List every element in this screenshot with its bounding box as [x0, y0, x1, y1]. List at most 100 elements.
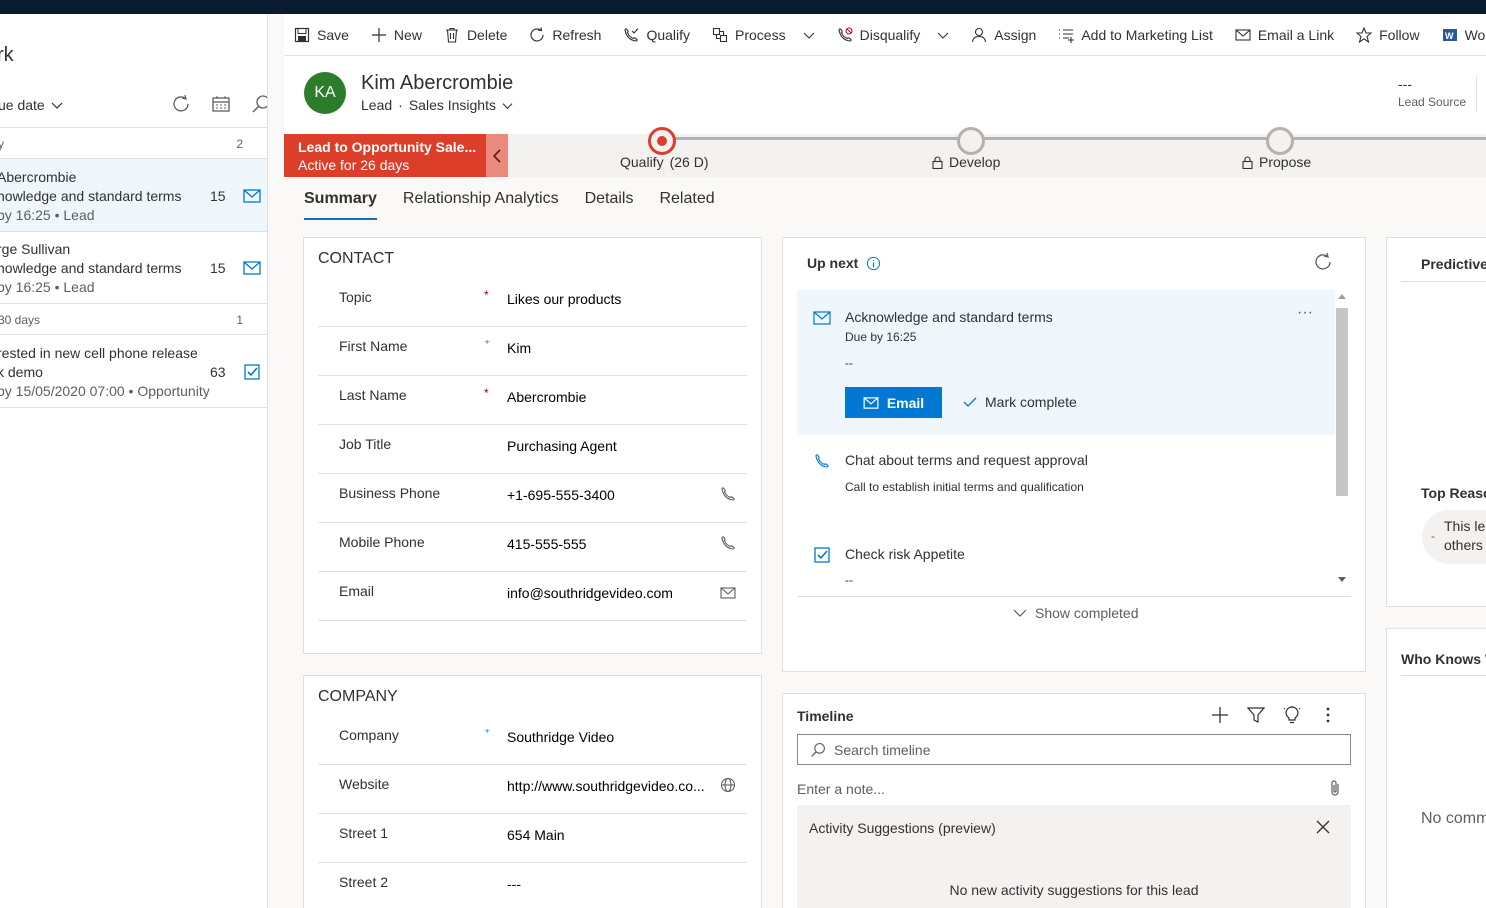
assign-button[interactable]: Assign — [971, 14, 1036, 55]
new-button[interactable]: New — [371, 14, 422, 55]
search-icon[interactable] — [251, 94, 267, 116]
field-value[interactable]: Southridge Video — [507, 729, 614, 745]
field-value[interactable]: Abercrombie — [507, 389, 586, 405]
email-button[interactable]: Email — [845, 387, 942, 418]
list-item[interactable]: rge Sullivan nowledge and standard terms… — [0, 231, 267, 303]
form-selector[interactable]: Sales Insights — [409, 97, 513, 113]
show-completed-button[interactable]: Show completed — [1013, 605, 1139, 621]
up-next-activity-list: Acknowledge and standard terms Due by 16… — [797, 290, 1351, 596]
group-label: y — [0, 137, 4, 151]
info-icon[interactable] — [866, 256, 881, 271]
field-value[interactable]: 654 Main — [507, 827, 565, 843]
list-item[interactable]: Abercrombie nowledge and standard terms … — [0, 159, 267, 231]
activity-card[interactable]: Chat about terms and request approval Ca… — [797, 435, 1335, 529]
refresh-icon[interactable] — [171, 94, 193, 116]
stage-develop[interactable]: Develop — [932, 154, 1000, 170]
group-count: 1 — [236, 313, 243, 327]
form-tabs: Summary Relationship Analytics Details R… — [304, 190, 715, 220]
mail-icon[interactable] — [243, 188, 261, 204]
task-check-icon — [814, 547, 830, 563]
stage-qualify-indicator[interactable] — [648, 127, 676, 155]
tab-related[interactable]: Related — [659, 190, 714, 220]
field-street-1[interactable]: Street 1 654 Main — [318, 814, 747, 863]
activity-suggestions-panel: Activity Suggestions (preview) No new ac… — [797, 805, 1351, 908]
task-check-icon[interactable] — [243, 364, 261, 380]
field-value[interactable]: Likes our products — [507, 291, 621, 307]
process-button[interactable]: Process — [712, 14, 815, 55]
chevron-down-icon — [1013, 609, 1027, 617]
avatar: KA — [304, 72, 346, 114]
refresh-icon[interactable] — [1313, 252, 1333, 272]
field-value[interactable]: http://www.southridgevideo.co... — [507, 778, 705, 794]
field-business-phone[interactable]: Business Phone +1-695-555-3400 — [318, 474, 747, 523]
field-last-name[interactable]: Last Name * Abercrombie — [318, 376, 747, 425]
who-knows-empty-message: No comm — [1421, 810, 1486, 827]
stage-qualify[interactable]: Qualify (26 D) — [620, 154, 708, 170]
mark-complete-button[interactable]: Mark complete — [963, 394, 1077, 410]
field-value[interactable]: 415-555-555 — [507, 536, 586, 552]
field-website[interactable]: Website http://www.southridgevideo.co... — [318, 765, 747, 814]
delete-button[interactable]: Delete — [444, 14, 507, 55]
email-a-link-button[interactable]: Email a Link — [1235, 14, 1334, 55]
chevron-down-icon — [937, 32, 949, 39]
add-to-marketing-list-button[interactable]: Add to Marketing List — [1058, 14, 1213, 55]
lead-source-value: --- — [1398, 76, 1412, 92]
word-templates-button[interactable]: W Wo — [1442, 14, 1485, 55]
tab-details[interactable]: Details — [585, 190, 634, 220]
field-value[interactable]: --- — [507, 876, 521, 892]
timeline-search-input[interactable]: Search timeline — [797, 734, 1351, 765]
more-options-button[interactable]: ··· — [1297, 304, 1313, 322]
activity-card[interactable]: Check risk Appetite -- — [797, 529, 1335, 596]
scroll-down-icon[interactable] — [1338, 577, 1346, 583]
tab-summary[interactable]: Summary — [304, 190, 377, 220]
collapse-process-button[interactable] — [486, 134, 508, 177]
filter-icon[interactable] — [1246, 706, 1266, 724]
note-input[interactable]: Enter a note... — [797, 781, 885, 797]
show-completed-label: Show completed — [1035, 605, 1139, 621]
field-job-title[interactable]: Job Title Purchasing Agent — [318, 425, 747, 474]
stage-develop-indicator[interactable] — [957, 127, 985, 155]
field-first-name[interactable]: First Name ⁺ Kim — [318, 327, 747, 376]
field-street-2[interactable]: Street 2 --- — [318, 863, 747, 908]
field-value[interactable]: Kim — [507, 340, 531, 356]
scroll-up-icon[interactable] — [1338, 293, 1346, 299]
activity-description: -- — [845, 573, 853, 587]
globe-icon[interactable] — [720, 777, 736, 793]
attachment-icon[interactable] — [1327, 779, 1343, 797]
calendar-icon[interactable] — [211, 94, 233, 116]
activity-card[interactable]: Acknowledge and standard terms Due by 16… — [797, 290, 1335, 435]
phone-icon[interactable] — [720, 486, 736, 502]
field-mobile-phone[interactable]: Mobile Phone 415-555-555 — [318, 523, 747, 572]
work-list-title: rk — [0, 44, 14, 66]
activity-title: Check risk Appetite — [845, 546, 965, 562]
follow-button[interactable]: Follow — [1356, 14, 1420, 55]
email-icon[interactable] — [720, 584, 736, 600]
disqualify-button[interactable]: Disqualify — [837, 14, 950, 55]
process-name-flyout[interactable]: Lead to Opportunity Sale... Active for 2… — [284, 134, 486, 177]
close-icon[interactable] — [1315, 819, 1331, 835]
phone-icon[interactable] — [720, 535, 736, 551]
sort-dropdown[interactable]: ue date — [0, 97, 63, 113]
lightbulb-icon[interactable] — [1283, 706, 1301, 724]
more-vertical-icon[interactable] — [1319, 706, 1337, 724]
list-add-icon — [1059, 28, 1075, 43]
field-email[interactable]: Email info@southridgevideo.com — [318, 572, 747, 621]
field-topic[interactable]: Topic * Likes our products — [318, 278, 747, 327]
field-company[interactable]: Company ⁺ Southridge Video — [318, 716, 747, 765]
stage-propose[interactable]: Propose — [1242, 154, 1311, 170]
mail-icon[interactable] — [243, 260, 261, 276]
tab-relationship-analytics[interactable]: Relationship Analytics — [403, 190, 559, 220]
stage-propose-indicator[interactable] — [1266, 127, 1294, 155]
field-value[interactable]: info@southridgevideo.com — [507, 585, 673, 601]
group-header[interactable]: y 2 — [0, 128, 267, 158]
add-icon[interactable] — [1211, 706, 1229, 724]
item-meta: by 16:25 • Lead — [0, 207, 95, 223]
field-value[interactable]: +1-695-555-3400 — [507, 487, 615, 503]
group-header[interactable]: 30 days 1 — [0, 304, 267, 334]
refresh-button[interactable]: Refresh — [529, 14, 601, 55]
qualify-button[interactable]: Qualify — [623, 14, 690, 55]
field-value[interactable]: Purchasing Agent — [507, 438, 617, 454]
save-button[interactable]: Save — [294, 14, 349, 55]
list-item[interactable]: rested in new cell phone release k demo … — [0, 335, 267, 407]
scrollbar-thumb[interactable] — [1336, 308, 1348, 496]
